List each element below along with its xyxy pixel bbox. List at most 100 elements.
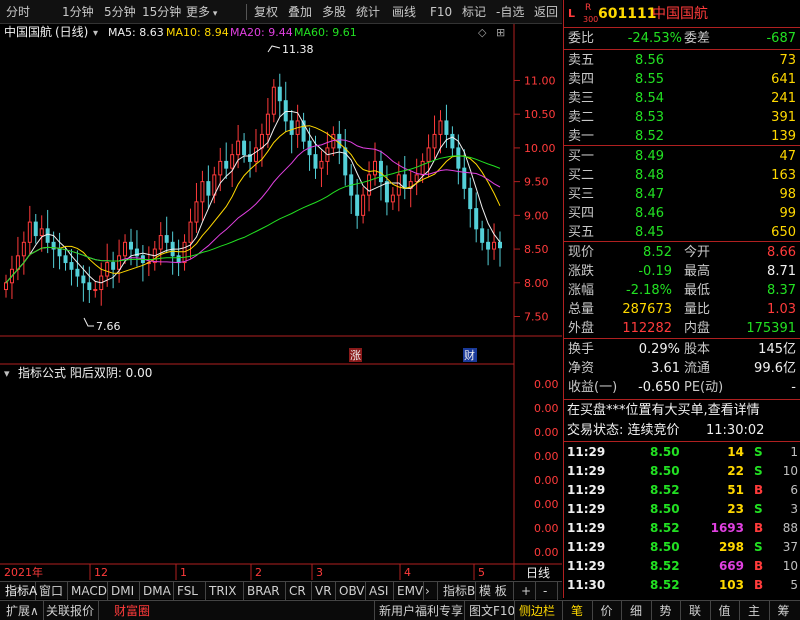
f10-button[interactable]: F10: [430, 0, 452, 24]
bid-row[interactable]: 买五 8.45 650: [564, 223, 800, 242]
f10-graphic-tab[interactable]: 图文F10: [464, 601, 519, 620]
indicator-tab-窗口[interactable]: 窗口: [36, 582, 68, 600]
indicator-tab-trix[interactable]: TRIX: [206, 582, 244, 600]
indicator-tab--[interactable]: -: [540, 582, 558, 600]
diamond-icon[interactable]: ◇: [478, 26, 487, 39]
ask-row[interactable]: 卖三 8.54 241: [564, 89, 800, 108]
indicator-tab-指标b[interactable]: 指标B: [440, 582, 476, 600]
candle-body: [426, 147, 431, 162]
rise-mark[interactable]: 涨: [350, 349, 361, 362]
weibi-label: 委比: [568, 31, 595, 46]
back-button[interactable]: 返回: [534, 0, 558, 24]
indicator-tab-dmi[interactable]: DMI: [108, 582, 140, 600]
indicator-tab-asi[interactable]: ASI: [366, 582, 394, 600]
fund-row: 收益(一) -0.650 PE(动) -: [564, 378, 800, 397]
candle-body: [128, 241, 133, 250]
tick-row: 11:29 8.50 298 S 37: [564, 538, 800, 557]
candle-body: [242, 140, 247, 156]
indicator-tab-emv[interactable]: EMV: [394, 582, 424, 600]
chevron-down-icon[interactable]: ▾: [93, 28, 98, 39]
period-5min-tab[interactable]: 5分钟: [104, 0, 136, 24]
indicator-tab-vr[interactable]: VR: [312, 582, 336, 600]
side-tab-3[interactable]: 势: [650, 601, 680, 620]
zoom-icon[interactable]: ⊞: [496, 26, 505, 39]
adjust-button[interactable]: 复权: [254, 0, 278, 24]
tick-volume: 103: [718, 578, 744, 592]
period-intraday-tab[interactable]: 分时: [6, 0, 30, 24]
ask-row[interactable]: 卖四 8.55 641: [564, 70, 800, 89]
wealth-circle-tab[interactable]: 财富圈: [110, 601, 154, 620]
stat-label: 最低: [684, 283, 711, 298]
candle-body: [194, 201, 199, 223]
statistics-button[interactable]: 统计: [356, 0, 380, 24]
side-tab-6[interactable]: 主: [739, 601, 768, 620]
candle-body: [367, 174, 372, 196]
candle-body: [21, 241, 26, 257]
indicator-tab-指标a[interactable]: 指标A: [2, 582, 37, 600]
period-15min-tab[interactable]: 15分钟: [142, 0, 181, 24]
stat-value: 175391: [746, 321, 796, 336]
bid-row[interactable]: 买三 8.47 98: [564, 185, 800, 204]
candle-body: [474, 208, 479, 230]
side-tab-5[interactable]: 值: [709, 601, 739, 620]
indicator-tab-模板[interactable]: 模 板: [476, 582, 514, 600]
bid-label: 买五: [568, 225, 595, 240]
fund-value: 3.61: [651, 361, 680, 376]
side-tab-0[interactable]: 笔: [562, 601, 591, 620]
sidebar-tab[interactable]: 侧边栏: [514, 601, 559, 620]
ask-row[interactable]: 卖二 8.53 391: [564, 108, 800, 127]
stat-value: -2.18%: [626, 283, 672, 298]
candle-body: [450, 133, 455, 149]
chevron-down-icon[interactable]: ▾: [4, 367, 10, 380]
indicator-tab-dma[interactable]: DMA: [140, 582, 174, 600]
price-tick: 11.00: [524, 74, 556, 87]
big-order-alert[interactable]: 在买盘***位置有大买单,查看详情: [564, 401, 800, 421]
bid-row[interactable]: 买四 8.46 99: [564, 204, 800, 223]
mark-button[interactable]: 标记: [462, 0, 486, 24]
side-tab-2[interactable]: 细: [621, 601, 650, 620]
bid-row[interactable]: 买二 8.48 163: [564, 166, 800, 185]
candle-body: [200, 181, 205, 203]
ma60-label: MA60: 9.61: [294, 26, 357, 39]
ask-row[interactable]: 卖一 8.52 139: [564, 127, 800, 146]
overlay-button[interactable]: 叠加: [288, 0, 312, 24]
new-user-tab[interactable]: 新用户福利专享: [374, 601, 467, 620]
high-price-label: 11.38: [282, 43, 314, 56]
indicator-tab-fsl[interactable]: FSL: [174, 582, 206, 600]
tick-price: 8.52: [650, 578, 680, 592]
side-tab-7[interactable]: 筹: [768, 601, 798, 620]
ask-label: 卖一: [568, 129, 595, 144]
tick-volume: 1693: [710, 521, 744, 535]
related-quote-tab[interactable]: 关联报价: [42, 601, 100, 620]
candle-body: [253, 147, 258, 162]
side-tab-1[interactable]: 价: [591, 601, 621, 620]
kline-chart[interactable]: 中国国航 (日线) ▾ MA5: 8.63 MA10: 8.94 MA20: 9…: [0, 24, 562, 580]
bid-row[interactable]: 买一 8.49 47: [564, 147, 800, 166]
remove-watchlist-button[interactable]: -自选: [496, 0, 524, 24]
indicator-tab-macd[interactable]: MACD: [68, 582, 108, 600]
indicator-tab-obv[interactable]: OBV: [336, 582, 366, 600]
indicator-tick: 0.00: [534, 522, 559, 535]
ask-volume: 73: [779, 53, 796, 68]
ask-volume: 641: [771, 72, 796, 87]
period-1min-tab[interactable]: 1分钟: [62, 0, 94, 24]
indicator-tab-+[interactable]: +: [518, 582, 536, 600]
tick-time: 11:29: [567, 445, 606, 459]
more-periods-button[interactable]: 更多 ▾: [186, 0, 217, 24]
indicator-tab-brar[interactable]: BRAR: [244, 582, 286, 600]
drawing-button[interactable]: 画线: [392, 0, 416, 24]
finance-mark[interactable]: 财: [464, 348, 475, 362]
divider: [564, 399, 800, 400]
time-label: 3: [316, 566, 323, 579]
ask-row[interactable]: 卖五 8.56 73: [564, 51, 800, 70]
side-tab-4[interactable]: 联: [680, 601, 709, 620]
ask-price: 8.55: [635, 72, 664, 87]
tick-price: 8.52: [650, 483, 680, 497]
tick-side: S: [754, 464, 763, 478]
multi-stock-button[interactable]: 多股: [322, 0, 346, 24]
indicator-tab-cr[interactable]: CR: [286, 582, 312, 600]
expand-tab[interactable]: 扩展∧: [2, 601, 44, 620]
toolbar-divider: [246, 4, 247, 20]
fund-label: 净资: [568, 361, 595, 376]
chevron-right-icon[interactable]: ›: [422, 582, 438, 600]
